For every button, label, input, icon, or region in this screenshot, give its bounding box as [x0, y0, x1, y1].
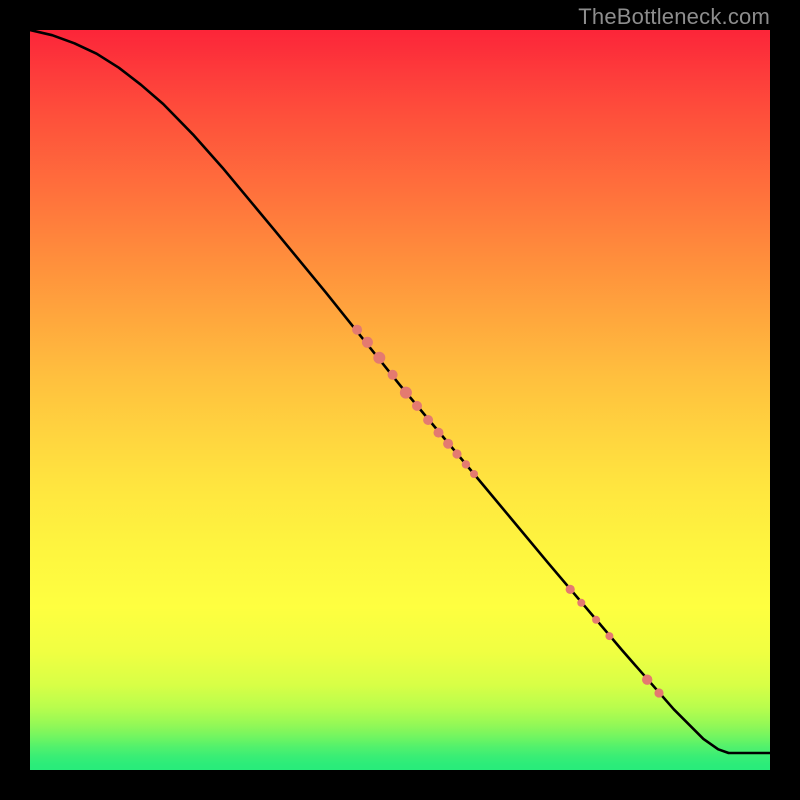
chart-dot	[470, 470, 478, 478]
chart-dot	[605, 632, 613, 640]
chart-dot	[352, 325, 362, 335]
plot-area	[30, 30, 770, 770]
chart-dot	[412, 401, 422, 411]
chart-dot	[592, 616, 600, 624]
chart-dot	[400, 387, 412, 399]
chart-dot	[373, 352, 385, 364]
chart-dot	[388, 370, 398, 380]
chart-dot	[362, 337, 373, 348]
chart-dot	[452, 449, 461, 458]
chart-dots-group	[352, 325, 664, 698]
chart-dot	[642, 675, 652, 685]
chart-dot	[434, 428, 444, 438]
chart-svg	[30, 30, 770, 770]
chart-dot	[423, 415, 433, 425]
chart-dot	[654, 688, 663, 697]
chart-curve	[30, 30, 770, 753]
chart-dot	[577, 599, 585, 607]
chart-dot	[462, 460, 470, 468]
chart-dot	[443, 439, 453, 449]
watermark-text: TheBottleneck.com	[578, 4, 770, 30]
chart-dot	[566, 585, 575, 594]
chart-stage: TheBottleneck.com	[0, 0, 800, 800]
